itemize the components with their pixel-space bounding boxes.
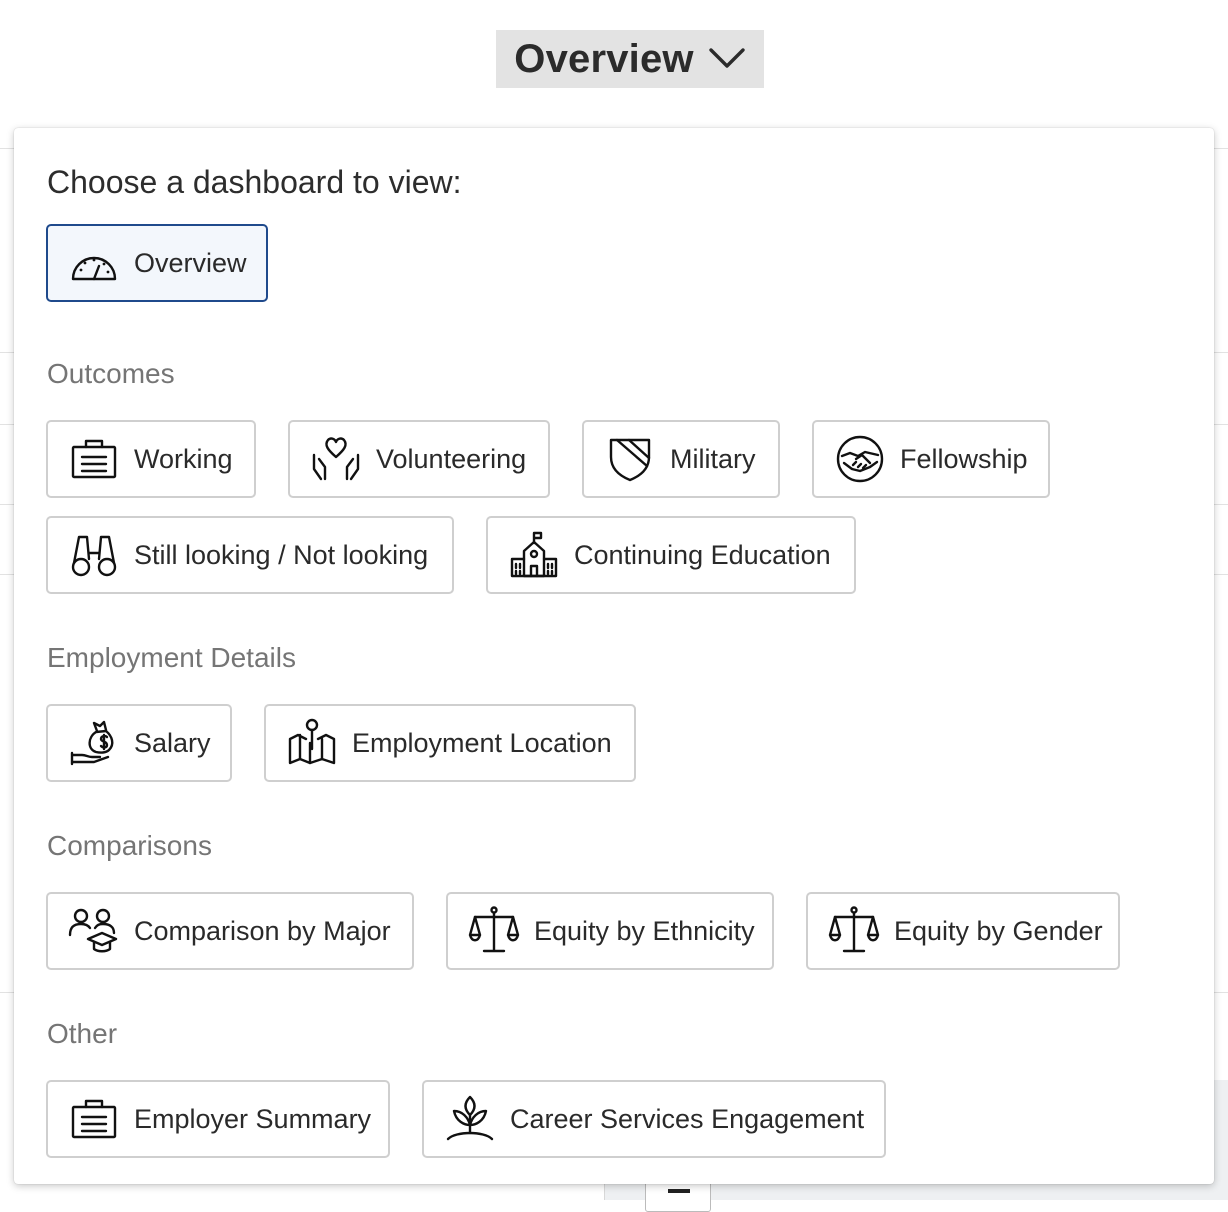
menu-prompt: Choose a dashboard to view:	[47, 164, 462, 200]
option-label: Career Services Engagement	[510, 1103, 865, 1134]
scale-icon	[468, 905, 520, 957]
option-label: Continuing Education	[574, 539, 831, 570]
dashboard-dropdown-trigger[interactable]: Overview	[496, 30, 764, 88]
section-heading-outcomes: Outcomes	[47, 358, 175, 389]
speedometer-icon	[68, 237, 120, 289]
option-equity-by-gender[interactable]: Equity by Gender	[806, 892, 1120, 970]
binoculars-icon	[68, 529, 120, 581]
option-label: Employer Summary	[134, 1103, 372, 1134]
option-label: Volunteering	[376, 443, 527, 474]
option-working[interactable]: Working	[46, 420, 256, 498]
option-label: Employment Location	[352, 727, 612, 758]
dashboard-menu-panel: Choose a dashboard to view: Overview Out…	[14, 128, 1214, 1184]
option-career-services-engagement[interactable]: Career Services Engagement	[422, 1080, 886, 1158]
section-heading-other: Other	[47, 1018, 118, 1049]
chevron-down-icon	[708, 44, 746, 75]
option-salary[interactable]: Salary	[46, 704, 232, 782]
option-label: Overview	[134, 247, 247, 278]
option-volunteering[interactable]: Volunteering	[288, 420, 550, 498]
dashboard-dropdown-label: Overview	[514, 36, 694, 81]
section-heading-comparisons: Comparisons	[47, 830, 212, 861]
map-pin-icon	[286, 717, 338, 769]
option-label: Salary	[134, 727, 211, 758]
money-bag-hand-icon	[68, 717, 120, 769]
option-label: Comparison by Major	[134, 915, 391, 946]
option-fellowship[interactable]: Fellowship	[812, 420, 1050, 498]
briefcase-icon	[68, 1093, 120, 1145]
handshake-icon	[834, 433, 886, 485]
section-heading-employment-details: Employment Details	[47, 642, 296, 673]
option-employment-location[interactable]: Employment Location	[264, 704, 636, 782]
heart-hands-icon	[310, 433, 362, 485]
option-label: Equity by Gender	[894, 915, 1103, 946]
option-military[interactable]: Military	[582, 420, 780, 498]
option-label: Military	[670, 443, 756, 474]
option-label: Fellowship	[900, 443, 1028, 474]
option-equity-by-ethnicity[interactable]: Equity by Ethnicity	[446, 892, 774, 970]
shield-icon	[604, 433, 656, 485]
option-continuing-education[interactable]: Continuing Education	[486, 516, 856, 594]
school-building-icon	[508, 529, 560, 581]
option-label: Equity by Ethnicity	[534, 915, 755, 946]
briefcase-icon	[68, 433, 120, 485]
option-overview[interactable]: Overview	[46, 224, 268, 302]
option-still-looking[interactable]: Still looking / Not looking	[46, 516, 454, 594]
option-label: Working	[134, 443, 233, 474]
scale-icon	[828, 905, 880, 957]
sprout-icon	[444, 1093, 496, 1145]
option-comparison-by-major[interactable]: Comparison by Major	[46, 892, 414, 970]
option-employer-summary[interactable]: Employer Summary	[46, 1080, 390, 1158]
option-label: Still looking / Not looking	[134, 539, 429, 570]
people-graduation-icon	[68, 905, 120, 957]
